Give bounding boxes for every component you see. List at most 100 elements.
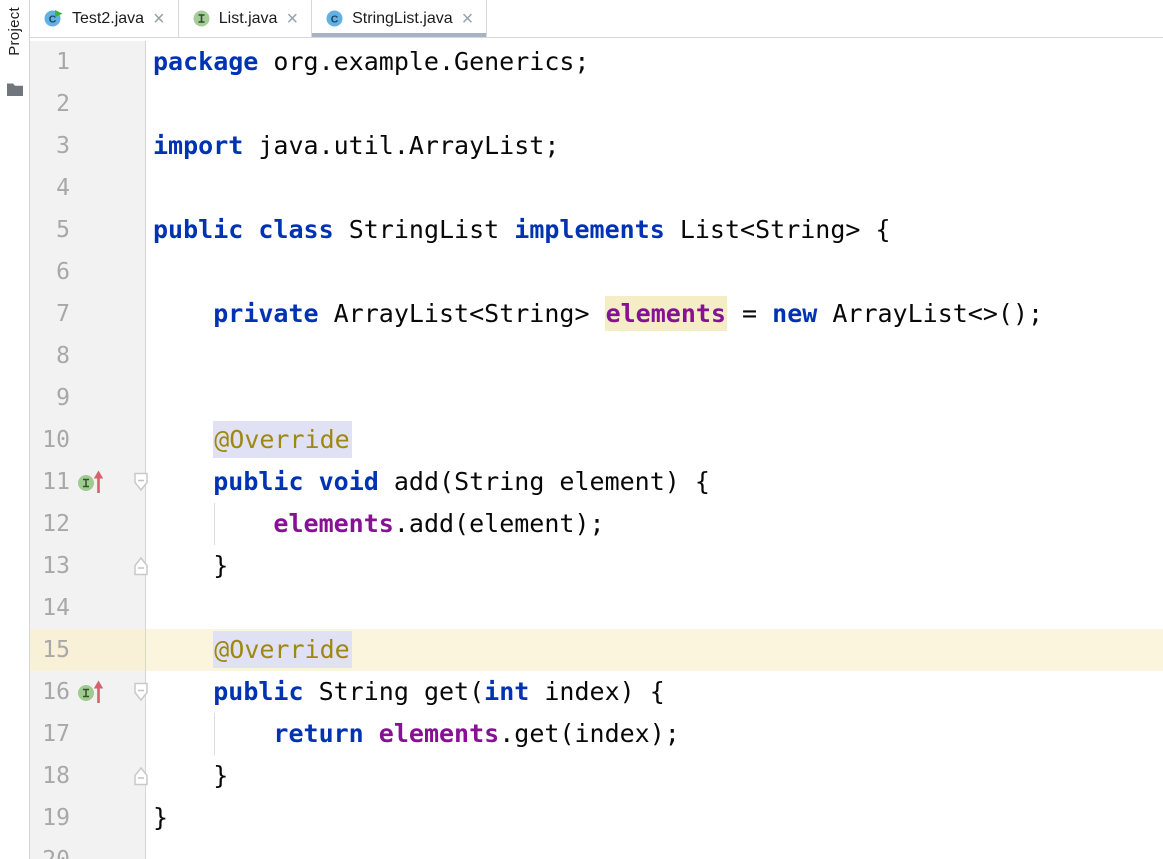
fold-start-slot[interactable] (131, 681, 151, 707)
code-line[interactable]: 12 elements.add(element); (30, 503, 1163, 545)
gutter[interactable]: 1 (30, 41, 146, 83)
code-line[interactable]: 4 (30, 167, 1163, 209)
code-text[interactable]: public class StringList implements List<… (146, 209, 1163, 251)
line-number[interactable]: 14 (30, 587, 70, 629)
override-marker-icon[interactable] (76, 679, 106, 705)
code-line[interactable]: 18 } (30, 755, 1163, 797)
code-text[interactable] (146, 335, 1163, 377)
code-line[interactable]: 8 (30, 335, 1163, 377)
code-text[interactable]: @Override (146, 629, 1163, 671)
code-text[interactable]: package org.example.Generics; (146, 41, 1163, 83)
line-number[interactable]: 6 (30, 251, 70, 293)
gutter[interactable]: 10 (30, 419, 146, 461)
code-line[interactable]: 19} (30, 797, 1163, 839)
gutter[interactable]: 12 (30, 503, 146, 545)
fold-end-icon[interactable] (131, 765, 151, 787)
code-text[interactable]: } (146, 755, 1163, 797)
fold-start-icon[interactable] (131, 681, 151, 703)
line-number[interactable]: 16 (30, 671, 70, 713)
code-line[interactable]: 11 public void add(String element) { (30, 461, 1163, 503)
line-number[interactable]: 3 (30, 125, 70, 167)
gutter-icon-slot[interactable] (76, 469, 106, 499)
gutter[interactable]: 20 (30, 839, 146, 859)
gutter[interactable]: 19 (30, 797, 146, 839)
gutter[interactable]: 8 (30, 335, 146, 377)
code-text[interactable]: return elements.get(index); (146, 713, 1163, 755)
fold-end-icon[interactable] (131, 555, 151, 577)
line-number[interactable]: 18 (30, 755, 70, 797)
code-line[interactable]: 1 package org.example.Generics; (30, 41, 1163, 83)
fold-start-slot[interactable] (131, 471, 151, 497)
gutter[interactable]: 5 (30, 209, 146, 251)
line-number[interactable]: 11 (30, 461, 70, 503)
line-number[interactable]: 13 (30, 545, 70, 587)
code-line[interactable]: 13 } (30, 545, 1163, 587)
code-text[interactable] (146, 377, 1163, 419)
code-text[interactable]: import java.util.ArrayList; (146, 125, 1163, 167)
project-tool-window-button[interactable]: Project (6, 7, 24, 102)
line-number[interactable]: 8 (30, 335, 70, 377)
line-number[interactable]: 19 (30, 797, 70, 839)
gutter[interactable]: 17 (30, 713, 146, 755)
gutter[interactable]: 7 (30, 293, 146, 335)
gutter[interactable]: 9 (30, 377, 146, 419)
code-line[interactable]: 6 (30, 251, 1163, 293)
code-text[interactable]: } (146, 797, 1163, 839)
code-text[interactable] (146, 587, 1163, 629)
gutter[interactable]: 16 (30, 671, 146, 713)
line-number[interactable]: 2 (30, 83, 70, 125)
code-editor[interactable]: 1 package org.example.Generics; 23 import j… (30, 38, 1163, 859)
gutter[interactable]: 4 (30, 167, 146, 209)
close-icon[interactable]: × (460, 9, 476, 29)
tab-list-java[interactable]: List.java× (179, 0, 312, 37)
code-line[interactable]: 10 @Override (30, 419, 1163, 461)
code-line[interactable]: 17 return elements.get(index); (30, 713, 1163, 755)
fold-end-slot[interactable] (131, 555, 151, 581)
code-text[interactable] (146, 839, 1163, 859)
fold-end-slot[interactable] (131, 765, 151, 791)
close-icon[interactable]: × (284, 9, 300, 29)
code-text[interactable]: public String get(int index) { (146, 671, 1163, 713)
code-line[interactable]: 7 private ArrayList<String> elements = n… (30, 293, 1163, 335)
code-text[interactable]: elements.add(element); (146, 503, 1163, 545)
code-line[interactable]: 9 (30, 377, 1163, 419)
fold-start-icon[interactable] (131, 471, 151, 493)
gutter[interactable]: 13 (30, 545, 146, 587)
gutter[interactable]: 14 (30, 587, 146, 629)
line-number[interactable]: 10 (30, 419, 70, 461)
gutter[interactable]: 2 (30, 83, 146, 125)
code-text[interactable]: } (146, 545, 1163, 587)
line-number[interactable]: 1 (30, 41, 70, 83)
code-line[interactable]: 20 (30, 839, 1163, 859)
code-text[interactable] (146, 251, 1163, 293)
gutter-icon-slot[interactable] (76, 679, 106, 709)
override-marker-icon[interactable] (76, 469, 106, 495)
code-line[interactable]: 5 public class StringList implements List… (30, 209, 1163, 251)
gutter[interactable]: 15 (30, 629, 146, 671)
code-line[interactable]: 15 @Override (30, 629, 1163, 671)
code-line[interactable]: 3 import java.util.ArrayList; (30, 125, 1163, 167)
code-text[interactable]: @Override (146, 419, 1163, 461)
line-number[interactable]: 17 (30, 713, 70, 755)
line-number[interactable]: 9 (30, 377, 70, 419)
line-number[interactable]: 4 (30, 167, 70, 209)
gutter[interactable]: 6 (30, 251, 146, 293)
code-line[interactable]: 2 (30, 83, 1163, 125)
code-text[interactable]: public void add(String element) { (146, 461, 1163, 503)
line-number[interactable]: 20 (30, 839, 70, 859)
tab-stringlist-java[interactable]: CStringList.java× (312, 0, 487, 37)
gutter[interactable]: 11 (30, 461, 146, 503)
tab-test2-java[interactable]: CTest2.java× (30, 0, 179, 37)
line-number[interactable]: 15 (30, 629, 70, 671)
code-text[interactable] (146, 167, 1163, 209)
close-icon[interactable]: × (151, 9, 167, 29)
code-text[interactable] (146, 83, 1163, 125)
line-number[interactable]: 7 (30, 293, 70, 335)
code-text[interactable]: private ArrayList<String> elements = new… (146, 293, 1163, 335)
code-line[interactable]: 16 public String get(int index) { (30, 671, 1163, 713)
gutter[interactable]: 3 (30, 125, 146, 167)
code-line[interactable]: 14 (30, 587, 1163, 629)
line-number[interactable]: 5 (30, 209, 70, 251)
line-number[interactable]: 12 (30, 503, 70, 545)
gutter[interactable]: 18 (30, 755, 146, 797)
